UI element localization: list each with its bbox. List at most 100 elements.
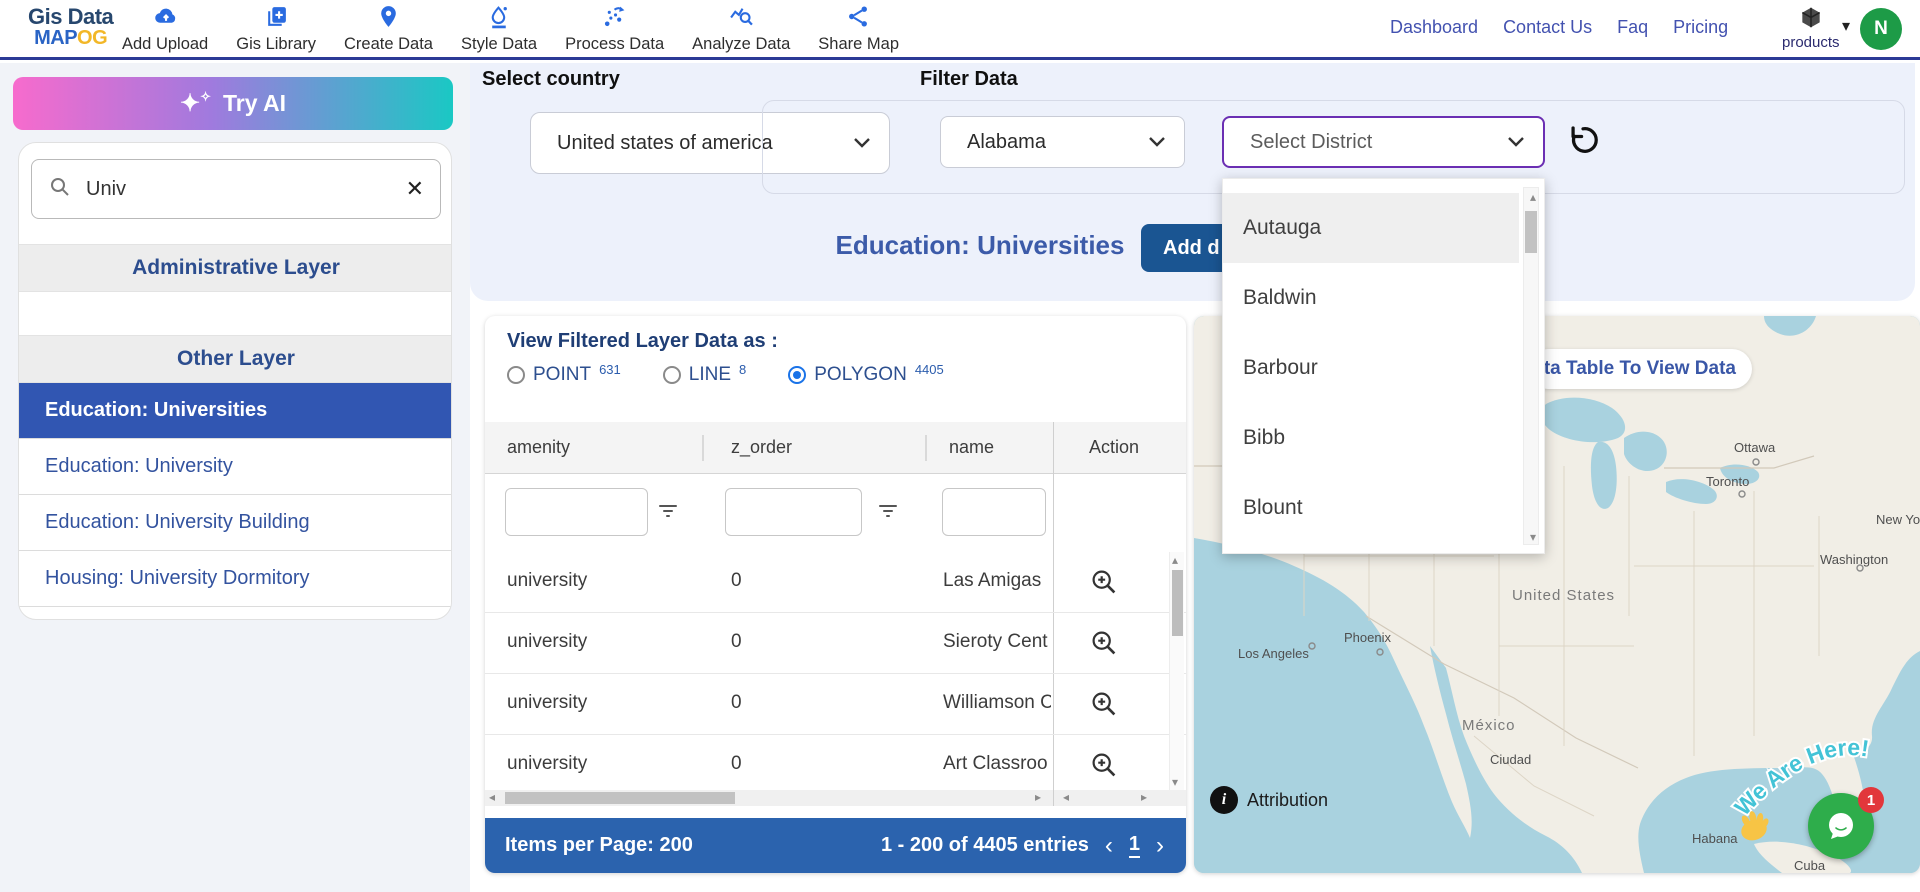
- link-dashboard[interactable]: Dashboard: [1390, 17, 1478, 38]
- nav-item-add-upload[interactable]: Add Upload: [122, 4, 208, 54]
- user-avatar[interactable]: N: [1860, 8, 1902, 50]
- attribution-label: Attribution: [1247, 790, 1328, 811]
- try-ai-button[interactable]: ✦✧ Try AI: [13, 77, 453, 130]
- sidebar-item-university-dormitory[interactable]: Housing: University Dormitory: [19, 551, 452, 607]
- prev-page-button[interactable]: ‹: [1105, 836, 1113, 856]
- district-option-baldwin[interactable]: Baldwin: [1223, 263, 1519, 333]
- nav-item-gis-library[interactable]: Gis Library: [236, 4, 316, 54]
- zoom-in-icon[interactable]: [1089, 628, 1119, 658]
- scroll-thumb[interactable]: [1172, 570, 1183, 636]
- nav-item-label: Style Data: [461, 35, 537, 54]
- radio-icon[interactable]: [507, 366, 525, 384]
- active-layer-title: Education: Universities: [830, 230, 1130, 261]
- district-option-autauga[interactable]: Autauga: [1223, 193, 1519, 263]
- nav-links: Dashboard Contact Us Faq Pricing: [1390, 17, 1728, 38]
- scroll-right-arrow[interactable]: ▸: [1035, 791, 1041, 803]
- refresh-icon[interactable]: [1566, 123, 1600, 157]
- scroll-left-arrow[interactable]: ◂: [1063, 791, 1069, 803]
- polygon-count: 4405: [915, 362, 944, 377]
- filter-icon[interactable]: [657, 500, 679, 522]
- nav-item-label: Add Upload: [122, 35, 208, 54]
- map-label-cuba: Cuba: [1794, 858, 1826, 873]
- chat-notification-badge[interactable]: 1: [1858, 787, 1884, 813]
- library-plus-icon: [264, 4, 289, 34]
- map-label-mexico: México: [1462, 717, 1516, 734]
- nav-item-process-data[interactable]: Process Data: [565, 4, 664, 54]
- scroll-right-arrow[interactable]: ▸: [1141, 791, 1147, 803]
- products-menu[interactable]: products: [1782, 5, 1840, 51]
- state-select-value: Alabama: [967, 131, 1148, 154]
- nav-item-create-data[interactable]: Create Data: [344, 4, 433, 54]
- current-page-button[interactable]: 1: [1129, 833, 1140, 858]
- ink-drop-icon: [487, 4, 512, 34]
- vertical-scrollbar[interactable]: ▴ ▾: [1169, 552, 1184, 790]
- radio-icon[interactable]: [663, 366, 681, 384]
- map-label-united-states: United States: [1512, 587, 1615, 604]
- link-faq[interactable]: Faq: [1617, 17, 1648, 38]
- search-icon: [48, 175, 72, 204]
- table-row[interactable]: university 0 Art Classroo: [485, 735, 1186, 790]
- select-country-label: Select country: [482, 68, 620, 91]
- table-row[interactable]: university 0 Williamson C: [485, 674, 1186, 735]
- layer-list-panel: ✕ Administrative Layer Other Layer Educa…: [18, 142, 452, 620]
- table-row[interactable]: university 0 Sieroty Cent: [485, 613, 1186, 674]
- chevron-down-icon: [1148, 131, 1166, 154]
- nav-item-analyze-data[interactable]: Analyze Data: [692, 4, 790, 54]
- zoom-in-icon[interactable]: [1089, 689, 1119, 719]
- nav-item-share-map[interactable]: Share Map: [818, 4, 899, 54]
- radio-polygon[interactable]: POLYGON4405: [788, 364, 943, 386]
- share-icon: [846, 4, 871, 34]
- district-option-bibb[interactable]: Bibb: [1223, 403, 1519, 473]
- view-data-button[interactable]: ta Table To View Data: [1528, 349, 1752, 389]
- scroll-up-arrow[interactable]: ▴: [1530, 191, 1536, 203]
- column-header-name[interactable]: name: [949, 437, 994, 458]
- scroll-down-arrow[interactable]: ▾: [1530, 531, 1536, 543]
- pager: 1 - 200 of 4405 entries ‹ 1 ›: [881, 833, 1164, 858]
- map-label-phoenix: Phoenix: [1344, 630, 1391, 645]
- section-header-administrative: Administrative Layer: [19, 244, 452, 292]
- amenity-filter-input[interactable]: [505, 488, 648, 536]
- zoom-in-icon[interactable]: [1089, 567, 1119, 597]
- state-select[interactable]: Alabama: [940, 116, 1185, 168]
- link-contact-us[interactable]: Contact Us: [1503, 17, 1592, 38]
- name-filter-input[interactable]: [942, 488, 1046, 536]
- scroll-left-arrow[interactable]: ◂: [489, 791, 495, 803]
- sidebar-item-universities[interactable]: Education: Universities: [19, 383, 452, 439]
- scroll-up-arrow[interactable]: ▴: [1172, 554, 1178, 566]
- nav-item-label: Process Data: [565, 35, 664, 54]
- sidebar-item-university-building[interactable]: Education: University Building: [19, 495, 452, 551]
- column-header-action: Action: [1089, 437, 1139, 458]
- link-pricing[interactable]: Pricing: [1673, 17, 1728, 38]
- horizontal-scrollbar[interactable]: ◂ ▸ ◂ ▸: [485, 790, 1186, 806]
- scroll-down-arrow[interactable]: ▾: [1172, 776, 1178, 788]
- attribution-control[interactable]: i Attribution: [1210, 786, 1328, 814]
- column-header-z-order[interactable]: z_order: [731, 437, 792, 458]
- app-logo[interactable]: Gis Data MAPOG: [28, 6, 113, 48]
- clear-search-icon[interactable]: ✕: [406, 176, 424, 202]
- app-root: Gis Data MAPOG Add Upload Gis Library: [0, 0, 1920, 892]
- filter-icon[interactable]: [877, 500, 899, 522]
- scroll-thumb[interactable]: [505, 792, 735, 804]
- logo-text-line2: MAPOG: [28, 28, 113, 48]
- nav-item-style-data[interactable]: Style Data: [461, 4, 537, 54]
- search-input[interactable]: [86, 178, 392, 201]
- zoom-in-icon[interactable]: [1089, 750, 1119, 780]
- route-icon: [602, 4, 627, 34]
- chevron-down-icon[interactable]: ▾: [1842, 16, 1850, 36]
- column-header-amenity[interactable]: amenity: [507, 437, 570, 458]
- radio-point[interactable]: POINT631: [507, 364, 621, 386]
- radio-line[interactable]: LINE8: [663, 364, 746, 386]
- sidebar-item-university[interactable]: Education: University: [19, 439, 452, 495]
- scroll-thumb[interactable]: [1525, 211, 1537, 253]
- table-row[interactable]: university 0 Las Amigas: [485, 552, 1186, 613]
- table-rows: university 0 Las Amigas university 0 Sie…: [485, 552, 1186, 790]
- entries-range-label: 1 - 200 of 4405 entries: [881, 834, 1089, 857]
- district-option-blount[interactable]: Blount: [1223, 473, 1519, 543]
- district-select[interactable]: Select District: [1222, 116, 1545, 168]
- map-label-new-york: New Yor: [1876, 512, 1920, 527]
- next-page-button[interactable]: ›: [1156, 836, 1164, 856]
- layer-search-box: ✕: [31, 159, 441, 219]
- district-option-barbour[interactable]: Barbour: [1223, 333, 1519, 403]
- z-order-filter-input[interactable]: [725, 488, 862, 536]
- radio-icon-checked[interactable]: [788, 366, 806, 384]
